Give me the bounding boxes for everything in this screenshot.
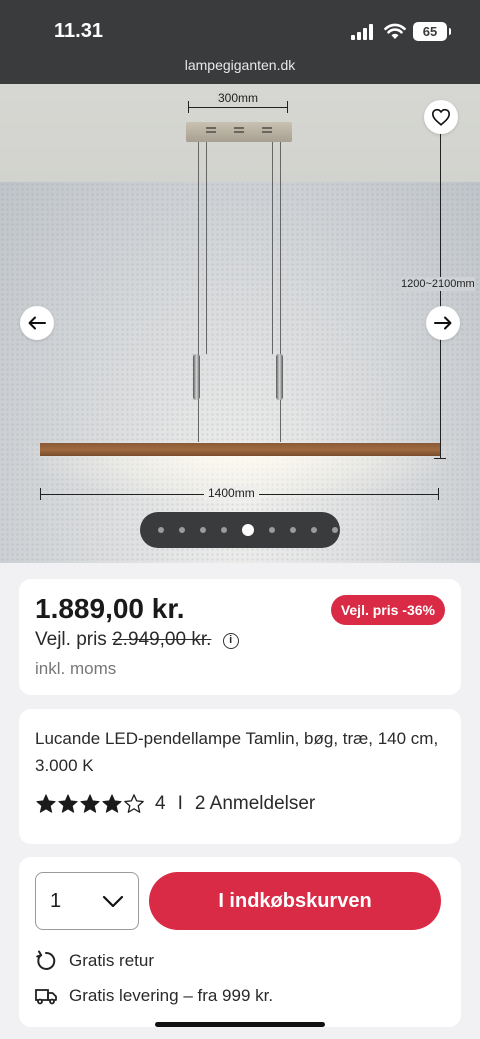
star-filled-icon [58,794,78,813]
carousel-pagination[interactable] [140,512,340,548]
info-icon[interactable]: i [222,633,239,649]
recommended-price-label: Vejl. pris [35,629,107,650]
product-info-card: Lucande LED-pendellampe Tamlin, bøg, træ… [19,709,461,844]
carousel-dot[interactable] [269,527,275,533]
carousel-dot[interactable] [332,527,338,533]
product-title: Lucande LED-pendellampe Tamlin, bøg, træ… [35,729,439,775]
perk-free-returns: Gratis retur [35,950,154,972]
status-bar: 11.31 65 lampegiganten.dk [0,0,480,84]
arrow-right-icon [434,316,452,330]
star-filled-icon [102,794,122,813]
quantity-value: 1 [50,890,62,912]
recommended-price-value: 2.949,00 kr. [112,629,212,650]
add-to-cart-button[interactable]: I indkøbskurven [149,872,441,930]
dimension-height: 1200~2100mm [401,277,475,291]
recommended-price: Vejl. pris 2.949,00 kr. i [35,629,239,651]
lamp-canopy [186,122,292,142]
dimension-width-top: 300mm [216,91,261,105]
dimension-line [40,488,41,500]
next-image-button[interactable] [426,306,460,340]
discount-badge: Vejl. pris -36% [330,595,445,625]
dimension-width-bottom: 1400mm [204,486,259,500]
height-adjuster [193,354,200,400]
purchase-card: 1 I indkøbskurven Gratis retur Gratis le… [19,857,461,1027]
product-page: 11.31 65 lampegiganten.dk 300mm 1200~210… [0,0,480,1039]
chevron-down-icon [102,895,124,908]
heart-icon [431,108,451,126]
star-filled-icon [80,794,100,813]
favorite-button[interactable] [424,100,458,134]
rating-summary[interactable]: 4 I 2 Anmeldelser [35,792,315,816]
arrow-left-icon [28,316,46,330]
dimension-line [434,458,446,459]
wifi-icon [384,23,406,39]
dimension-line [438,488,439,500]
current-price: 1.889,00 kr. [35,593,185,624]
carousel-dot[interactable] [179,527,185,533]
quantity-select[interactable]: 1 [35,872,139,930]
star-rating [35,793,145,815]
suspension-wire [272,142,273,354]
previous-image-button[interactable] [20,306,54,340]
price-card: 1.889,00 kr. Vejl. pris -36% Vejl. pris … [19,579,461,695]
battery-icon: 65 [413,22,451,41]
height-adjuster [276,354,283,400]
carousel-dot[interactable] [221,527,227,533]
carousel-dot[interactable] [158,527,164,533]
dimension-line [188,107,288,108]
star-filled-icon [36,794,56,813]
star-empty-icon [124,794,144,813]
review-count-link[interactable]: 2 Anmeldelser [195,793,315,815]
address-bar-url[interactable]: lampegiganten.dk [0,57,480,73]
carousel-dot[interactable] [311,527,317,533]
carousel-dot[interactable] [200,527,206,533]
suspension-wire [206,142,207,354]
cellular-signal-icon [351,24,375,40]
dimension-line [287,101,288,113]
vat-note: inkl. moms [35,659,117,678]
perk-free-delivery: Gratis levering – fra 999 kr. [35,986,273,1006]
rating-value: 4 [155,793,166,814]
product-image-gallery[interactable]: 300mm 1200~2100mm 1400mm [0,84,480,563]
clock: 11.31 [54,20,103,42]
lamp-bar [40,443,440,456]
rating-separator: I [177,793,183,814]
home-indicator [155,1022,325,1027]
perk-label: Gratis retur [69,951,155,970]
dimension-line [188,101,189,113]
carousel-dot-active[interactable] [242,524,254,536]
return-arrow-icon [36,950,56,970]
dimension-line [440,132,441,458]
perk-label: Gratis levering – fra 999 kr. [69,986,274,1005]
carousel-dot[interactable] [290,527,296,533]
truck-icon [35,989,57,1005]
